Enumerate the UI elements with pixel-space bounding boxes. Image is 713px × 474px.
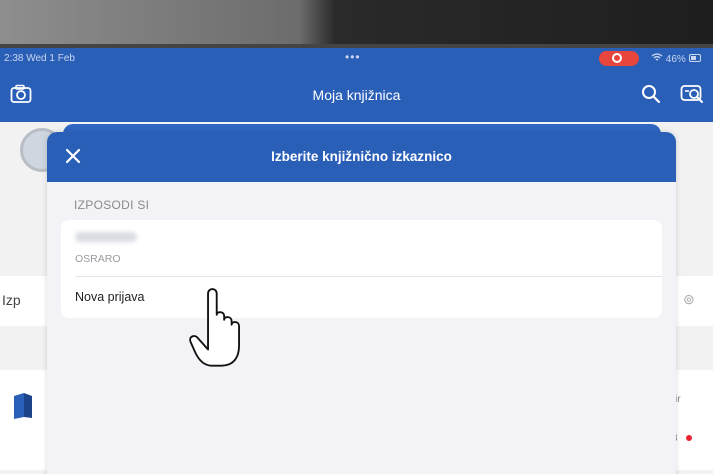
blurred-card-name xyxy=(75,232,137,242)
video-frame-top xyxy=(0,0,713,48)
library-code: OSRARO xyxy=(75,253,121,265)
select-card-sheet: Izberite knjižnično izkaznico IZPOSODI S… xyxy=(47,132,676,474)
screen-record-indicator xyxy=(599,51,639,66)
battery-percent: 46% xyxy=(665,54,686,65)
settings-icon[interactable]: ⊚ xyxy=(683,291,695,308)
battery-level: 46% xyxy=(651,53,703,65)
app-header: Moja knjižnica xyxy=(0,70,713,122)
sheet-title: Izberite knjižnično izkaznico xyxy=(271,149,452,164)
tap-gesture-hand-icon xyxy=(189,288,240,367)
multitask-dots[interactable]: ••• xyxy=(345,50,361,64)
card-list: OSRARO Nova prijava xyxy=(61,220,662,318)
new-login-item[interactable]: Nova prijava xyxy=(75,290,144,304)
library-card-item[interactable]: OSRARO xyxy=(61,220,662,276)
page-title: Moja knjižnica xyxy=(312,87,401,103)
search-icon[interactable] xyxy=(641,84,661,104)
divider xyxy=(75,276,662,277)
sheet-header: Izberite knjižnično izkaznico xyxy=(47,132,676,182)
wifi-icon xyxy=(651,53,663,61)
status-time: 2:38 Wed 1 Feb xyxy=(4,53,75,64)
status-bar: 2:38 Wed 1 Feb ••• 46% xyxy=(0,48,713,70)
ipad-screen: 2:38 Wed 1 Feb ••• 46% Moja knjižnica Iz… xyxy=(0,48,713,474)
battery-icon xyxy=(688,54,701,62)
background-section-label: Izp xyxy=(2,292,21,308)
record-icon xyxy=(612,53,622,63)
section-header: IZPOSODI SI xyxy=(74,198,150,212)
scan-card-icon[interactable] xyxy=(680,84,704,104)
notification-dot xyxy=(686,435,692,441)
book-icon xyxy=(14,393,32,419)
